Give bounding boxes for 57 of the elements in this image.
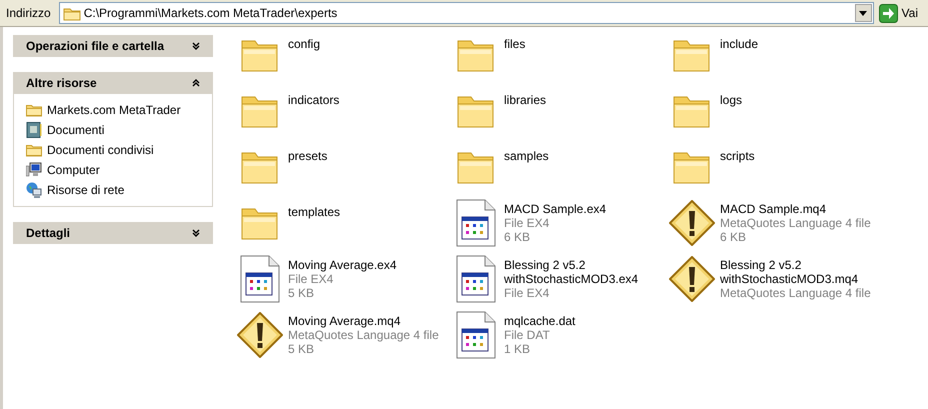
folder-icon: [26, 103, 42, 117]
file-name[interactable]: MACD Sample.ex4: [504, 202, 662, 216]
file-name[interactable]: include: [720, 37, 878, 51]
panel-header[interactable]: Operazioni file e cartella: [13, 35, 213, 57]
file-size: 6 KB: [504, 230, 532, 244]
sidebar-link[interactable]: Risorse di rete: [47, 181, 124, 199]
file-name[interactable]: Blessing 2 v5.2 withStochasticMOD3.mq4: [720, 258, 878, 286]
sidebar-link[interactable]: Markets.com MetaTrader: [47, 101, 181, 119]
program-file-icon: [240, 255, 280, 303]
file-name[interactable]: libraries: [504, 93, 662, 107]
program-file-icon: [456, 311, 496, 359]
file-name[interactable]: mqlcache.dat: [504, 314, 662, 328]
file-size: 5 KB: [288, 286, 316, 300]
warning-icon: [237, 312, 283, 358]
book-icon: [26, 122, 42, 138]
file-name[interactable]: Moving Average.mq4: [288, 314, 446, 328]
address-label: Indirizzo: [5, 5, 52, 22]
program-file-icon: [456, 255, 496, 303]
warning-icon: [669, 200, 715, 246]
file-name[interactable]: samples: [504, 149, 662, 163]
file-type: MetaQuotes Language 4 file: [720, 286, 872, 300]
file-name[interactable]: files: [504, 37, 662, 51]
warning-icon: [669, 256, 715, 302]
file-name[interactable]: templates: [288, 205, 446, 219]
arrow-right-icon: [878, 4, 898, 22]
file-name[interactable]: Moving Average.ex4: [288, 258, 446, 272]
file-size: 1 KB: [504, 342, 532, 356]
address-field[interactable]: C:\Programmi\Markets.com MetaTrader\experts: [58, 2, 874, 24]
computer-icon: [26, 162, 42, 178]
file-name[interactable]: Blessing 2 v5.2 withStochasticMOD3.ex4: [504, 258, 662, 286]
program-file-icon: [456, 199, 496, 247]
sidebar-link[interactable]: Documenti condivisi: [47, 141, 154, 159]
file-name[interactable]: MACD Sample.mq4: [720, 202, 878, 216]
address-path: C:\Programmi\Markets.com MetaTrader\experts: [84, 5, 338, 22]
go-button[interactable]: Vai: [878, 2, 926, 24]
file-name[interactable]: presets: [288, 149, 446, 163]
sidebar-link[interactable]: Documenti: [47, 121, 104, 139]
dropdown-button[interactable]: [854, 4, 872, 22]
file-type: MetaQuotes Language 4 file: [720, 216, 872, 230]
network-icon: [26, 182, 42, 198]
file-type: File EX4: [504, 216, 550, 230]
file-type: MetaQuotes Language 4 file: [288, 328, 440, 342]
file-size: 6 KB: [720, 230, 748, 244]
file-name[interactable]: logs: [720, 93, 878, 107]
panel-header[interactable]: Dettagli: [13, 222, 213, 244]
caret-icon: [859, 10, 868, 16]
file-type: File DAT: [504, 328, 551, 342]
panel-header[interactable]: Altre risorse: [13, 72, 213, 94]
folder-icon: [62, 6, 81, 20]
folder-icon: [26, 143, 42, 157]
file-type: File EX4: [288, 272, 334, 286]
sidebar-link[interactable]: Computer: [47, 161, 100, 179]
file-type: File EX4: [504, 286, 550, 300]
file-name[interactable]: indicators: [288, 93, 446, 107]
file-name[interactable]: scripts: [720, 149, 878, 163]
file-size: 5 KB: [288, 342, 316, 356]
file-name[interactable]: config: [288, 37, 446, 51]
